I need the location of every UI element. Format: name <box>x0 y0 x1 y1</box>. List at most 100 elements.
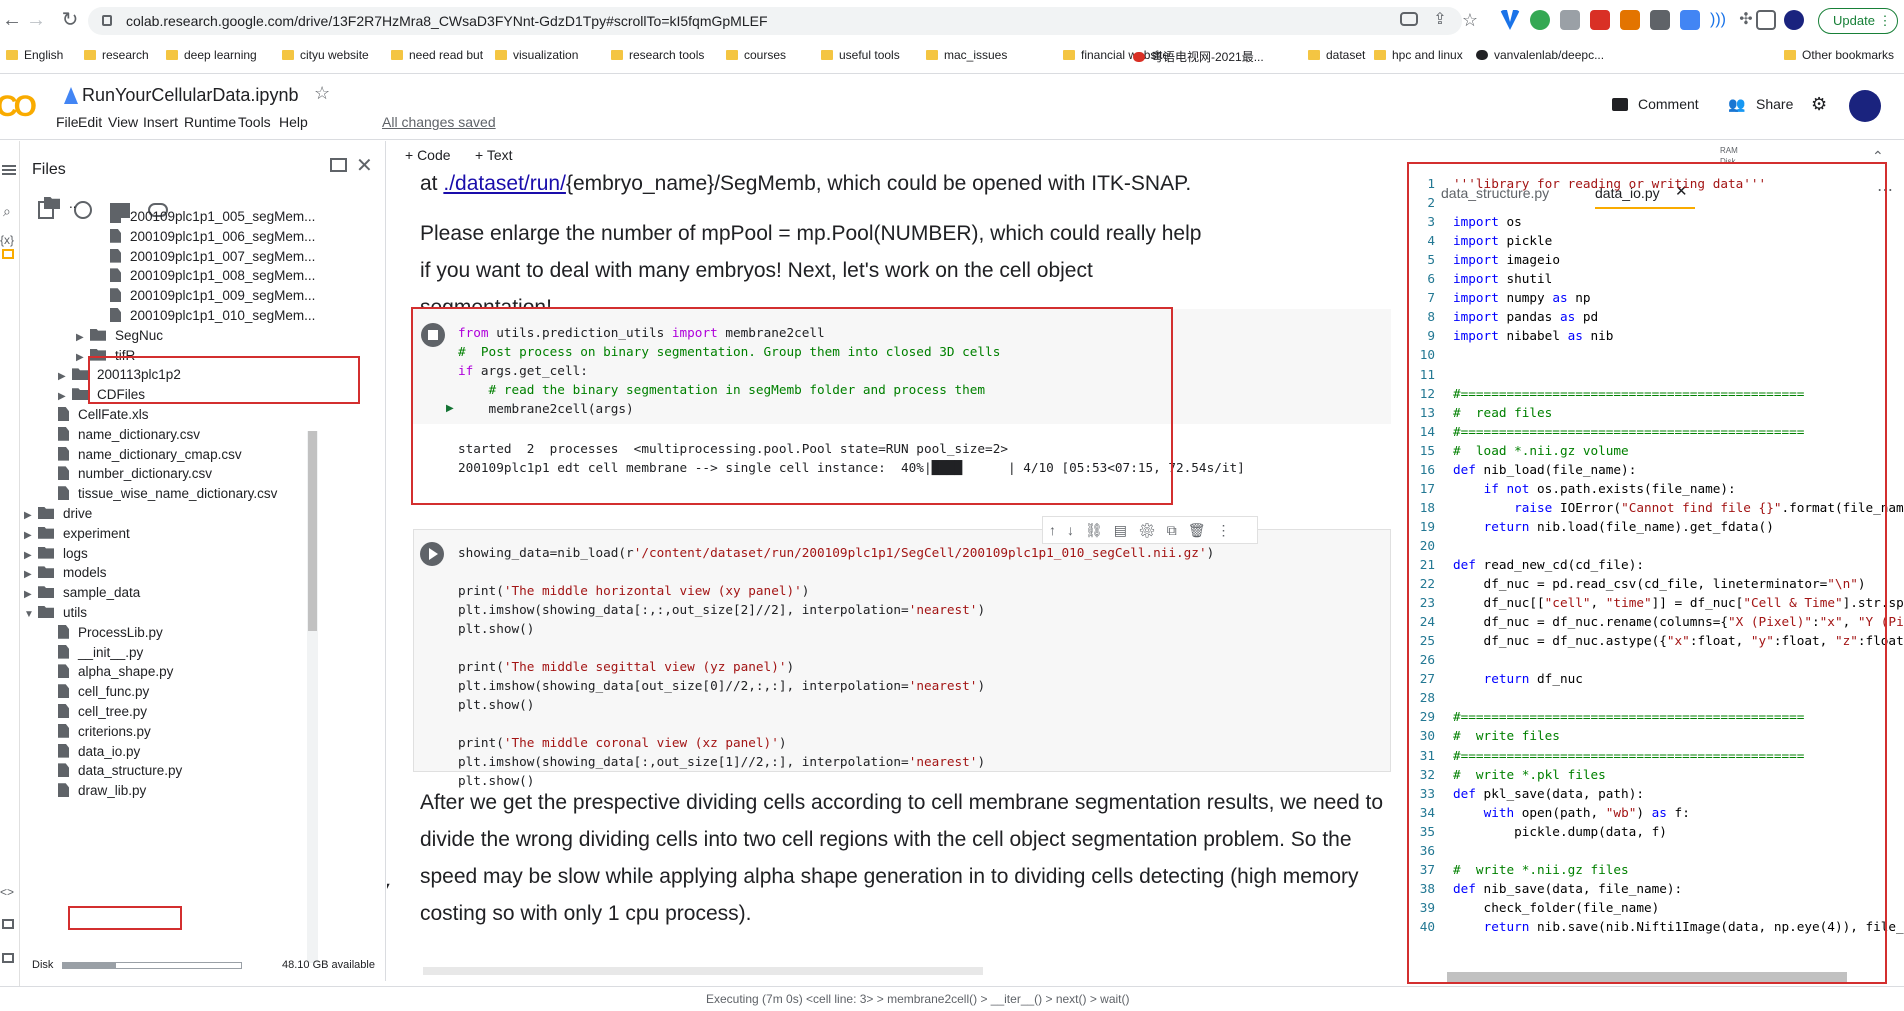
cell-toolbar[interactable]: ↑↓⛓▤⚙⧉🗑⋮ <box>1042 516 1258 544</box>
tree-folder[interactable]: ▶ experiment <box>24 526 130 541</box>
docs-extension-icon[interactable] <box>1680 10 1700 30</box>
tree-file[interactable]: criterions.py <box>58 723 151 739</box>
tree-toggle-icon[interactable]: ▼ <box>24 609 38 620</box>
tree-file[interactable]: name_dictionary_cmap.csv <box>58 446 242 462</box>
command-palette-icon[interactable] <box>2 919 14 929</box>
tree-toggle-icon[interactable]: ▶ <box>58 371 72 382</box>
tree-file[interactable]: 200109plc1p1_010_segMem... <box>110 308 315 323</box>
tree-toggle-icon[interactable]: ▶ <box>58 391 72 402</box>
tree-file[interactable]: __init__.py <box>58 644 143 660</box>
tree-file[interactable]: cell_func.py <box>58 684 149 699</box>
tree-file[interactable]: 200109plc1p1_008_segMem... <box>110 268 315 283</box>
tree-file[interactable]: data_io.py <box>58 743 140 759</box>
menu-view[interactable]: View <box>108 114 138 130</box>
star-icon[interactable]: ☆ <box>314 83 330 104</box>
add-text-button[interactable]: + Text <box>475 147 513 163</box>
profile-avatar[interactable] <box>1784 10 1804 30</box>
menu-help[interactable]: Help <box>279 114 308 130</box>
terminal-icon[interactable] <box>2 953 14 963</box>
share-page-icon[interactable]: ⇪ <box>1428 8 1452 32</box>
bookmark-item[interactable]: cityu website <box>282 48 369 62</box>
translate-icon[interactable] <box>1400 12 1418 26</box>
update-button[interactable]: Update ⋮ <box>1818 8 1898 34</box>
tree-folder[interactable]: ▼ utils <box>24 605 87 620</box>
notebook-title[interactable]: RunYourCellularData.ipynb <box>82 85 298 106</box>
reload-icon[interactable]: ↻ <box>58 8 82 32</box>
extension-icon[interactable] <box>1560 10 1580 30</box>
horizontal-scrollbar[interactable] <box>423 967 983 975</box>
tree-file[interactable]: 200109plc1p1_009_segMem... <box>110 288 315 303</box>
tree-toggle-icon[interactable]: ▶ <box>24 530 38 541</box>
grammarly-icon[interactable] <box>1530 10 1550 30</box>
close-icon[interactable]: ✕ <box>356 153 373 178</box>
forward-icon[interactable]: → <box>24 8 48 32</box>
tree-file[interactable]: 200109plc1p1_007_segMem... <box>110 248 315 264</box>
bookmark-star-icon[interactable]: ☆ <box>1458 8 1482 32</box>
add-code-button[interactable]: + Code <box>405 147 451 163</box>
print-icon[interactable] <box>1650 10 1670 30</box>
tree-scrollbar[interactable] <box>307 431 318 963</box>
bookmark-item[interactable]: courses <box>726 48 786 62</box>
settings-gear-icon[interactable]: ⚙ <box>1811 94 1827 115</box>
code-cell-2[interactable]: showing_data=nib_load(r'/content/dataset… <box>413 516 1391 788</box>
variables-icon[interactable]: {x} <box>0 233 14 247</box>
bookmark-item[interactable]: hpc and linux <box>1374 48 1463 62</box>
parent-folder[interactable]: .. <box>44 196 77 211</box>
read-aloud-icon[interactable]: ))) <box>1706 8 1730 32</box>
tree-toggle-icon[interactable]: ▶ <box>76 332 90 343</box>
toc-icon[interactable] <box>2 165 16 167</box>
run-cell-icon[interactable] <box>420 542 444 566</box>
extensions-puzzle-icon[interactable]: ✣ <box>1734 8 1758 32</box>
tree-toggle-icon[interactable]: ▶ <box>24 589 38 600</box>
tree-file[interactable]: 200109plc1p1_006_segMem... <box>110 228 315 244</box>
bookmark-item[interactable]: vanvalenlab/deepc... <box>1476 48 1604 62</box>
tree-folder[interactable]: ▶ logs <box>24 546 88 561</box>
tree-file[interactable]: draw_lib.py <box>58 783 146 798</box>
save-status[interactable]: All changes saved <box>382 114 496 130</box>
bookmark-item[interactable]: dataset <box>1308 48 1365 62</box>
files-folder-icon[interactable] <box>2 249 14 259</box>
bookmark-item[interactable]: research tools <box>611 48 704 62</box>
bookmark-item[interactable]: mac_issues <box>926 48 1007 62</box>
menu-edit[interactable]: Edit <box>78 114 102 130</box>
refresh-icon[interactable] <box>74 201 92 219</box>
menu-tools[interactable]: Tools <box>238 114 271 130</box>
menu-insert[interactable]: Insert <box>143 114 178 130</box>
tree-file[interactable]: CellFate.xls <box>58 407 149 422</box>
bookmark-item[interactable]: visualization <box>495 48 578 62</box>
bookmark-item[interactable]: English <box>6 48 63 62</box>
tree-toggle-icon[interactable]: ▶ <box>24 569 38 580</box>
extension-icon[interactable] <box>1500 10 1520 30</box>
address-bar[interactable]: colab.research.google.com/drive/13F2R7Hz… <box>88 7 1462 35</box>
tree-folder[interactable]: ▶ drive <box>24 506 92 521</box>
tree-file[interactable]: data_structure.py <box>58 763 182 778</box>
code-snippets-icon[interactable]: <> <box>0 885 14 899</box>
tree-folder[interactable]: ▶ models <box>24 565 107 580</box>
tree-file[interactable]: 200109plc1p1_005_segMem... <box>110 209 315 224</box>
tree-file[interactable]: cell_tree.py <box>58 704 147 719</box>
user-avatar[interactable] <box>1849 90 1881 122</box>
back-icon[interactable]: ← <box>0 8 24 32</box>
comment-button[interactable]: Comment <box>1638 96 1699 112</box>
cell-2-code[interactable]: showing_data=nib_load(r'/content/dataset… <box>458 543 1214 790</box>
menu-file[interactable]: File <box>56 114 79 130</box>
tree-folder[interactable]: ▶ SegNuc <box>76 328 163 343</box>
extension-icon[interactable] <box>1620 10 1640 30</box>
dataset-link[interactable]: ./dataset/run/ <box>443 172 566 195</box>
tree-file[interactable]: alpha_shape.py <box>58 664 173 679</box>
bookmark-item[interactable]: Other bookmarks <box>1784 48 1894 62</box>
bookmark-item[interactable]: need read but <box>391 48 483 62</box>
tree-file[interactable]: ProcessLib.py <box>58 624 163 640</box>
side-panel-icon[interactable] <box>1756 10 1776 30</box>
tree-file[interactable]: number_dictionary.csv <box>58 466 212 481</box>
colab-logo[interactable]: CO <box>0 90 37 124</box>
tree-folder[interactable]: ▶ sample_data <box>24 585 140 600</box>
tree-file[interactable]: name_dictionary.csv <box>58 426 200 442</box>
bookmark-item[interactable]: deep learning <box>166 48 257 62</box>
share-button[interactable]: Share <box>1756 96 1793 112</box>
tree-file[interactable]: tissue_wise_name_dictionary.csv <box>58 486 277 501</box>
bookmark-item[interactable]: 粤语电视网-2021最... <box>1133 48 1264 65</box>
search-icon[interactable]: ⌕ <box>3 203 11 220</box>
tree-toggle-icon[interactable]: ▶ <box>24 550 38 561</box>
tree-toggle-icon[interactable]: ▶ <box>24 510 38 521</box>
